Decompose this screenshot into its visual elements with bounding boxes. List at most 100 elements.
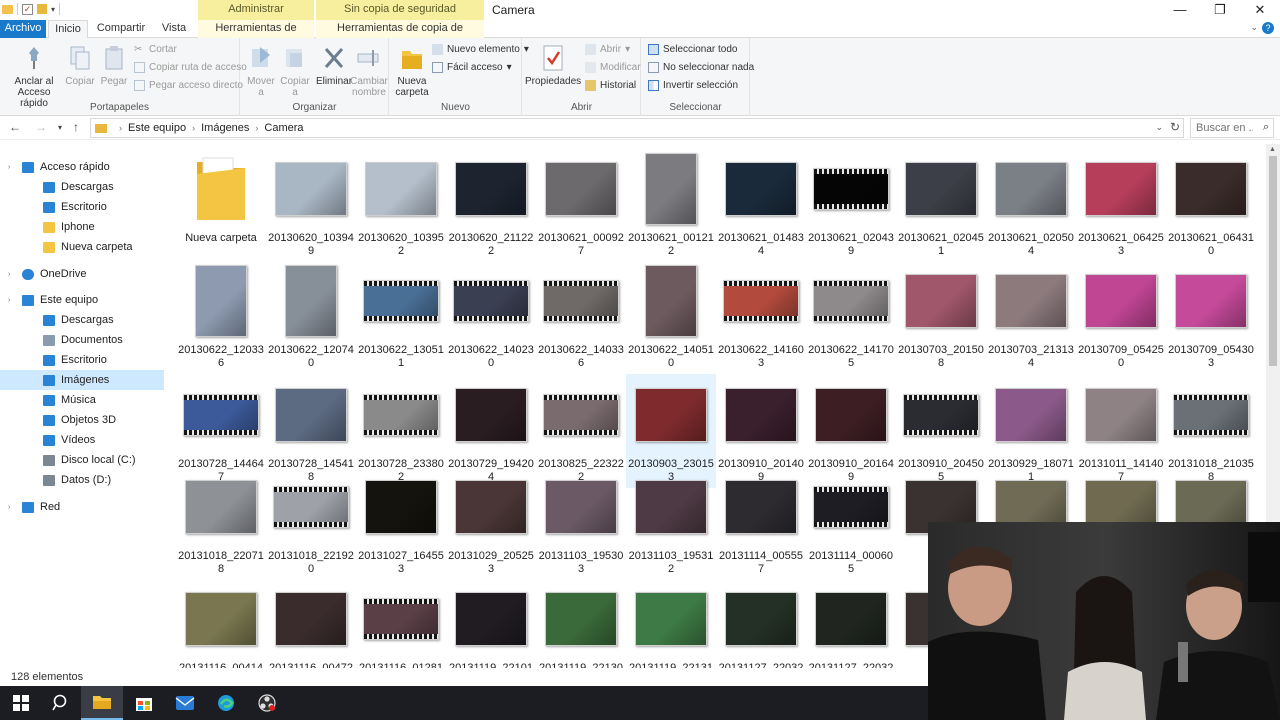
tab-backup-tools[interactable]: Herramientas de copia de seguridad xyxy=(316,20,484,51)
breadcrumb-camera[interactable]: Camera xyxy=(264,122,303,134)
file-tile[interactable]: 20131116_004146 xyxy=(176,578,266,670)
file-tile[interactable]: 20131103_195303 xyxy=(536,466,626,580)
rename-button[interactable]: Cambiar nombre xyxy=(349,44,389,98)
select-none-button[interactable]: No seleccionar nada xyxy=(648,62,754,73)
nav-item[interactable]: › Acceso rápido xyxy=(0,157,164,177)
search-input[interactable] xyxy=(1191,119,1253,137)
easy-access-button[interactable]: Fácil acceso ▾ xyxy=(432,62,512,73)
file-tile[interactable]: 20130621_014834 xyxy=(716,148,806,262)
file-tile[interactable]: 20131116_004727 xyxy=(266,578,356,670)
edge-icon[interactable] xyxy=(205,686,247,720)
nav-item[interactable]: Documentos xyxy=(0,330,164,350)
paste-button[interactable]: Pegar xyxy=(98,44,130,87)
file-tile[interactable]: 20131018_221920 xyxy=(266,466,356,580)
file-tile[interactable]: 20130709_054250 xyxy=(1076,260,1166,374)
file-tile[interactable]: 20130621_020504 xyxy=(986,148,1076,262)
file-tile[interactable]: 20131127_220325 xyxy=(806,578,896,670)
file-tile[interactable]: 20131029_205253 xyxy=(446,466,536,580)
address-bar[interactable]: › Este equipo › Imágenes › Camera ⌄ ↻ xyxy=(90,118,1184,138)
chevron-right-icon[interactable]: › xyxy=(119,123,122,133)
move-to-button[interactable]: Mover a xyxy=(243,44,279,98)
file-tile[interactable]: 20130703_213134 xyxy=(986,260,1076,374)
file-tile[interactable]: 20130621_000927 xyxy=(536,148,626,262)
start-icon[interactable] xyxy=(0,686,42,720)
nav-item[interactable]: Imágenes xyxy=(0,370,164,390)
history-button[interactable]: Historial xyxy=(585,80,636,91)
file-tile[interactable]: 20130622_141603 xyxy=(716,260,806,374)
obs-icon[interactable] xyxy=(246,686,288,720)
help-icon[interactable]: ? xyxy=(1262,22,1274,34)
file-tile[interactable]: 20130621_020451 xyxy=(896,148,986,262)
file-tile[interactable]: 20130622_120740 xyxy=(266,260,356,374)
file-tile[interactable]: 20130622_140230 xyxy=(446,260,536,374)
recent-locations-icon[interactable]: ▾ xyxy=(58,123,62,132)
file-tile[interactable]: 20130621_064253 xyxy=(1076,148,1166,262)
pin-quick-access-button[interactable]: Anclar al Acceso rápido xyxy=(4,44,64,109)
copy-to-button[interactable]: Copiar a xyxy=(277,44,313,98)
nav-item[interactable]: Nueva carpeta xyxy=(0,237,164,257)
expand-chevron-icon[interactable]: › xyxy=(8,504,10,511)
file-tile[interactable]: 20130621_064310 xyxy=(1166,148,1256,262)
file-tile[interactable]: 20131114_005557 xyxy=(716,466,806,580)
copy-button[interactable]: Copiar xyxy=(64,44,96,87)
file-tile[interactable]: 20131018_220718 xyxy=(176,466,266,580)
tab-home[interactable]: Inicio xyxy=(48,20,88,39)
refresh-icon[interactable]: ↻ xyxy=(1170,120,1180,134)
minimize-button[interactable]: — xyxy=(1160,0,1200,20)
file-tile[interactable]: 20131116_012812 xyxy=(356,578,446,670)
select-all-button[interactable]: Seleccionar todo xyxy=(648,44,738,55)
new-folder-icon[interactable] xyxy=(37,4,47,14)
expand-chevron-icon[interactable]: › xyxy=(8,164,10,171)
file-tile[interactable]: 20130622_120336 xyxy=(176,260,266,374)
file-tile[interactable]: 20131127_220321 xyxy=(716,578,806,670)
nav-item[interactable]: Datos (D:) xyxy=(0,470,164,490)
nav-item[interactable]: Música xyxy=(0,390,164,410)
properties-button[interactable]: Propiedades xyxy=(525,44,581,87)
file-tile[interactable]: 20130620_103949 xyxy=(266,148,356,262)
chevron-right-icon[interactable]: › xyxy=(192,123,195,133)
file-tile[interactable]: 20131119_221312 xyxy=(626,578,716,670)
file-tile[interactable]: 20131027_164553 xyxy=(356,466,446,580)
customize-toolbar-icon[interactable]: ▾ xyxy=(51,5,55,14)
nav-item[interactable]: Iphone xyxy=(0,217,164,237)
edit-button[interactable]: Modificar xyxy=(585,62,641,73)
file-tile[interactable]: 20130620_103952 xyxy=(356,148,446,262)
expand-chevron-icon[interactable]: › xyxy=(8,271,10,278)
properties-icon[interactable]: ✓ xyxy=(22,3,33,15)
tab-view[interactable]: Vista xyxy=(154,20,194,38)
file-tile[interactable]: 20130703_201508 xyxy=(896,260,986,374)
up-arrow-icon[interactable]: ↑ xyxy=(73,120,79,134)
nav-item[interactable]: › Este equipo xyxy=(0,290,164,310)
paste-shortcut-button[interactable]: Pegar acceso directo xyxy=(134,80,243,91)
new-folder-button[interactable]: Nueva carpeta xyxy=(392,44,432,98)
tab-file[interactable]: Archivo xyxy=(0,20,46,38)
tab-image-tools[interactable]: Herramientas de imagen xyxy=(198,20,314,51)
copy-path-button[interactable]: Copiar ruta de acceso xyxy=(134,62,247,73)
file-tile[interactable]: 20130621_020439 xyxy=(806,148,896,262)
file-tile[interactable]: 20130622_141705 xyxy=(806,260,896,374)
store-icon[interactable] xyxy=(123,686,165,720)
file-tile[interactable]: 20130621_001212 xyxy=(626,148,716,262)
expand-chevron-icon[interactable]: › xyxy=(8,297,10,304)
file-tile[interactable]: 20130709_054303 xyxy=(1166,260,1256,374)
nav-item[interactable]: Descargas xyxy=(0,177,164,197)
file-explorer-icon[interactable] xyxy=(81,686,123,720)
back-arrow-icon[interactable]: ← xyxy=(9,120,21,134)
nav-item[interactable]: Disco local (C:) xyxy=(0,450,164,470)
address-history-icon[interactable]: ⌄ xyxy=(1155,122,1163,133)
search-icon[interactable] xyxy=(40,686,82,720)
nav-item[interactable]: Objetos 3D xyxy=(0,410,164,430)
breadcrumb-este-equipo[interactable]: Este equipo xyxy=(128,122,186,134)
delete-button[interactable]: Eliminar xyxy=(315,44,353,87)
nav-item[interactable]: Escritorio xyxy=(0,197,164,217)
nav-item[interactable]: Vídeos xyxy=(0,430,164,450)
forward-arrow-icon[interactable]: → xyxy=(35,120,47,134)
file-tile[interactable]: 20130622_140510 xyxy=(626,260,716,374)
file-tile[interactable]: 20130622_140336 xyxy=(536,260,626,374)
breadcrumb-imagenes[interactable]: Imágenes xyxy=(201,122,249,134)
scroll-up-icon[interactable]: ▲ xyxy=(1269,146,1276,153)
file-tile[interactable]: 20131119_221305 xyxy=(536,578,626,670)
nav-item[interactable]: › OneDrive xyxy=(0,264,164,284)
scrollbar-thumb[interactable] xyxy=(1269,156,1277,366)
mail-icon[interactable] xyxy=(164,686,206,720)
